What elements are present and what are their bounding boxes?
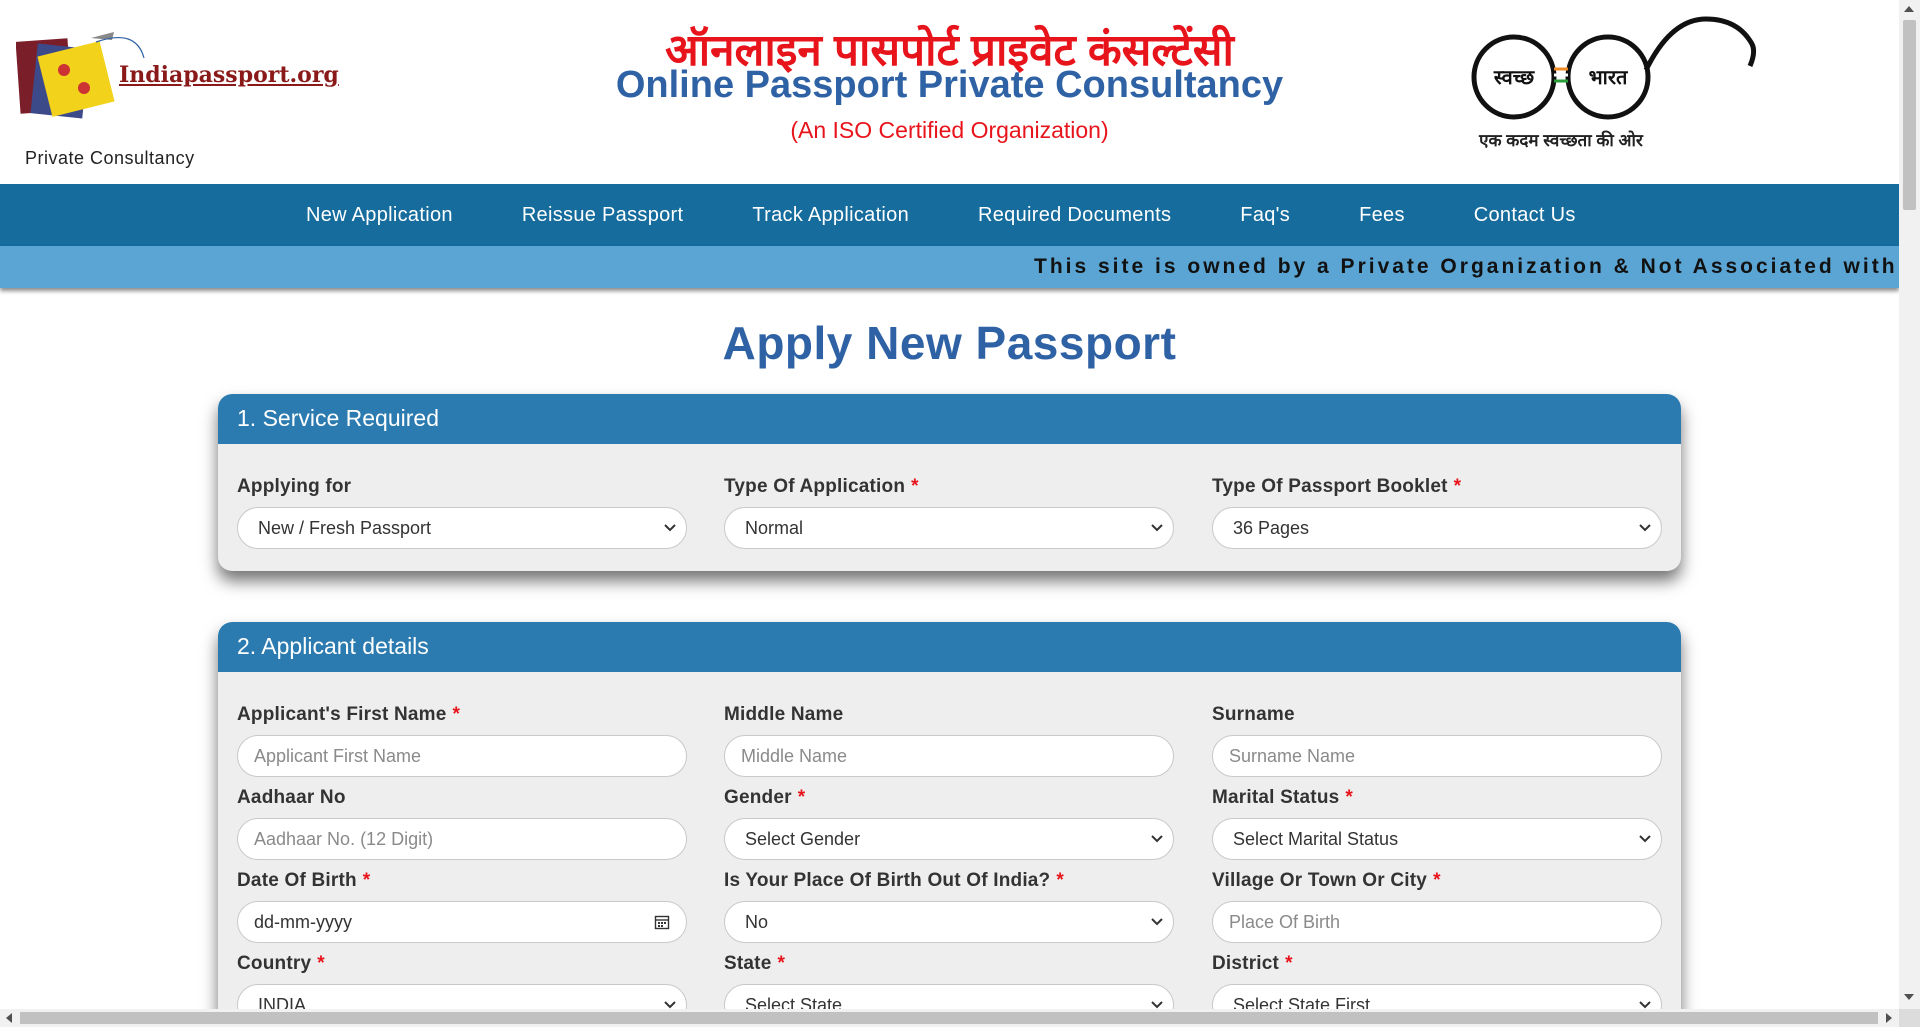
- middle-name-field: Middle Name Middle Name: [724, 704, 1174, 777]
- vertical-scrollbar[interactable]: [1899, 0, 1920, 1009]
- swachh-left-text: स्वच्छ: [1493, 65, 1536, 89]
- district-field: District * Select State First: [1212, 953, 1662, 1026]
- chevron-down-icon: [1151, 835, 1163, 843]
- vertical-scroll-thumb[interactable]: [1903, 20, 1916, 210]
- swachh-right-text: भारत: [1589, 65, 1629, 89]
- gender-field: Gender * Select Gender: [724, 787, 1174, 860]
- surname-input[interactable]: Surname Name: [1212, 735, 1662, 777]
- aadhaar-field: Aadhaar No Aadhaar No. (12 Digit): [237, 787, 687, 860]
- service-required-card: 1. Service Required Applying for New / F…: [218, 394, 1681, 571]
- scroll-right-arrow-icon[interactable]: [1886, 1013, 1892, 1023]
- horizontal-scrollbar[interactable]: [0, 1009, 1899, 1027]
- birth-out-india-select[interactable]: No: [724, 901, 1174, 943]
- first-name-field: Applicant's First Name * Applicant First …: [237, 704, 687, 777]
- type-of-application-label: Type Of Application *: [724, 476, 919, 497]
- village-input[interactable]: Place Of Birth: [1212, 901, 1662, 943]
- dob-field: Date Of Birth * dd-mm-yyyy: [237, 870, 687, 943]
- applicant-details-card: 2. Applicant details Applicant's First N…: [218, 622, 1681, 1027]
- nav-fees[interactable]: Fees: [1359, 204, 1405, 227]
- nav-new-application[interactable]: New Application: [306, 204, 453, 227]
- surname-label: Surname: [1212, 704, 1295, 725]
- nav-faqs[interactable]: Faq's: [1240, 204, 1290, 227]
- aadhaar-input[interactable]: Aadhaar No. (12 Digit): [237, 818, 687, 860]
- marital-status-field: Marital Status * Select Marital Status: [1212, 787, 1662, 860]
- chevron-down-icon: [1639, 524, 1651, 532]
- first-name-label: Applicant's First Name *: [237, 704, 461, 725]
- marital-status-label: Marital Status *: [1212, 787, 1353, 808]
- horizontal-scroll-thumb[interactable]: [20, 1012, 1878, 1024]
- gender-select[interactable]: Select Gender: [724, 818, 1174, 860]
- chevron-down-icon: [1151, 918, 1163, 926]
- village-field: Village Or Town Or City * Place Of Birth: [1212, 870, 1662, 943]
- booklet-type-label: Type Of Passport Booklet *: [1212, 476, 1462, 497]
- scroll-up-arrow-icon[interactable]: [1904, 6, 1914, 12]
- birth-out-india-label: Is Your Place Of Birth Out Of India? *: [724, 870, 1064, 891]
- first-name-input[interactable]: Applicant First Name: [237, 735, 687, 777]
- applying-for-select[interactable]: New / Fresh Passport: [237, 507, 687, 549]
- nav-contact-us[interactable]: Contact Us: [1474, 204, 1576, 227]
- marquee-text: This site is owned by a Private Organiza…: [1034, 255, 1899, 278]
- birth-out-india-field: Is Your Place Of Birth Out Of India? * No: [724, 870, 1174, 943]
- scroll-left-arrow-icon[interactable]: [6, 1013, 12, 1023]
- section-title: 1. Service Required: [218, 394, 1681, 444]
- page-title: Apply New Passport: [722, 317, 1177, 369]
- gender-label: Gender *: [724, 787, 806, 808]
- booklet-type-field: Type Of Passport Booklet * 36 Pages: [1212, 476, 1662, 549]
- nav-reissue-passport[interactable]: Reissue Passport: [522, 204, 684, 227]
- dob-label: Date Of Birth *: [237, 870, 371, 891]
- state-label: State *: [724, 953, 786, 974]
- scroll-down-arrow-icon[interactable]: [1904, 994, 1914, 1000]
- middle-name-label: Middle Name: [724, 704, 844, 725]
- chevron-down-icon: [1151, 524, 1163, 532]
- aadhaar-label: Aadhaar No: [237, 787, 346, 808]
- applying-for-label: Applying for: [237, 476, 352, 497]
- applying-for-field: Applying for New / Fresh Passport: [237, 476, 687, 549]
- type-of-application-select[interactable]: Normal: [724, 507, 1174, 549]
- type-of-application-field: Type Of Application * Normal: [724, 476, 1174, 549]
- nav-track-application[interactable]: Track Application: [752, 204, 909, 227]
- site-header: Indiapassport.org Private Consultancy ऑन…: [0, 0, 1899, 184]
- district-label: District *: [1212, 953, 1293, 974]
- swachh-tagline: एक कदम स्वच्छता की ओर: [1479, 131, 1643, 150]
- nav-required-documents[interactable]: Required Documents: [978, 204, 1171, 227]
- state-field: State * Select State: [724, 953, 1174, 1026]
- marital-status-select[interactable]: Select Marital Status: [1212, 818, 1662, 860]
- chevron-down-icon: [1639, 835, 1651, 843]
- main-nav: New Application Reissue Passport Track A…: [0, 184, 1899, 246]
- calendar-icon[interactable]: [654, 914, 670, 930]
- village-label: Village Or Town Or City *: [1212, 870, 1441, 891]
- chevron-down-icon: [664, 524, 676, 532]
- country-field: Country * INDIA: [237, 953, 687, 1026]
- country-label: Country *: [237, 953, 325, 974]
- section-title: 2. Applicant details: [218, 622, 1681, 672]
- middle-name-input[interactable]: Middle Name: [724, 735, 1174, 777]
- disclaimer-marquee: This site is owned by a Private Organiza…: [0, 246, 1899, 288]
- surname-field: Surname Surname Name: [1212, 704, 1662, 777]
- booklet-type-select[interactable]: 36 Pages: [1212, 507, 1662, 549]
- dob-input[interactable]: dd-mm-yyyy: [237, 901, 687, 943]
- logo-subtitle: Private Consultancy: [25, 148, 195, 168]
- scrollbar-corner: [1899, 1009, 1920, 1027]
